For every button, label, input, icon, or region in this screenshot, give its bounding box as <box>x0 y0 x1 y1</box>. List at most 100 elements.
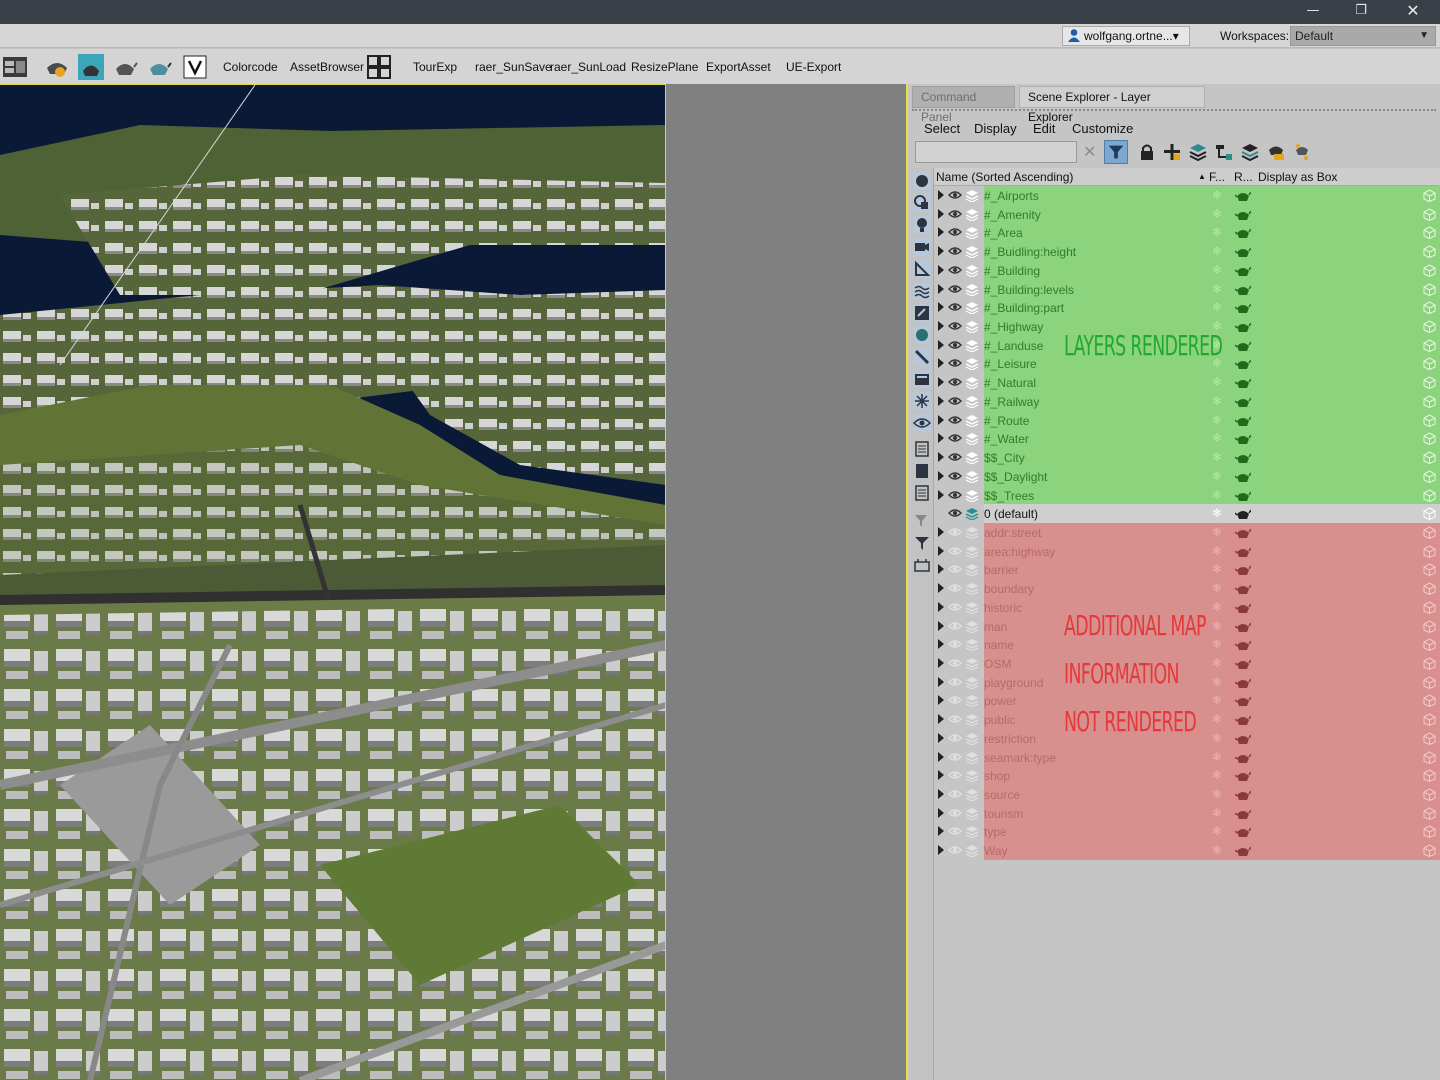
display-as-box-icon[interactable] <box>1423 563 1436 577</box>
display-as-box-icon[interactable] <box>1423 283 1436 296</box>
expand-arrow-icon[interactable] <box>938 564 944 575</box>
layer-row-hidden-17[interactable]: Way ❄ <box>934 841 1440 860</box>
freeze-snowflake-icon[interactable]: ❄ <box>1212 656 1222 670</box>
layer-stack-icon[interactable] <box>965 676 979 690</box>
layer-row-hidden-0[interactable]: addr:street ❄ <box>934 522 1440 542</box>
expand-arrow-icon[interactable] <box>938 470 944 481</box>
display-as-box-icon[interactable] <box>1423 638 1436 652</box>
layer-stack-icon[interactable] <box>965 489 979 503</box>
layer-row-rendered-1[interactable]: #_Amenity ❄ <box>934 204 1440 224</box>
layer-stack-icon[interactable] <box>965 451 979 465</box>
display-as-box-icon[interactable] <box>1423 825 1436 839</box>
layer-stack-icon[interactable] <box>965 769 979 783</box>
layer-name[interactable]: playground <box>984 676 1043 690</box>
layer-name[interactable]: shop <box>984 769 1010 783</box>
layer-stack-icon[interactable] <box>965 320 979 334</box>
lights-filter-icon[interactable] <box>913 216 931 234</box>
layer-stack-icon[interactable] <box>965 414 979 428</box>
visibility-eye-icon[interactable] <box>948 189 962 201</box>
layer-name[interactable]: source <box>984 788 1020 802</box>
containers-filter-icon[interactable] <box>913 370 931 388</box>
lock-icon[interactable] <box>1137 142 1157 162</box>
display-as-box-icon[interactable] <box>1423 582 1436 596</box>
toolbar-colorcode[interactable]: Colorcode <box>223 60 278 74</box>
layer-row-hidden-14[interactable]: source ❄ <box>934 785 1440 804</box>
expand-arrow-icon[interactable] <box>938 321 944 332</box>
toolbar-sunsave[interactable]: raer_SunSave <box>475 60 552 74</box>
freeze-snowflake-icon[interactable]: ❄ <box>1212 469 1222 483</box>
display-children-icon[interactable] <box>913 440 931 458</box>
expand-arrow-icon[interactable] <box>938 657 944 668</box>
layer-name[interactable]: #_Buidling:height <box>984 245 1076 259</box>
expand-arrow-icon[interactable] <box>938 751 944 762</box>
visibility-eye-icon[interactable] <box>948 226 962 238</box>
layer-name[interactable]: #_Railway <box>984 395 1039 409</box>
toolbar-tourexp[interactable]: TourExp <box>413 60 457 74</box>
spacewarps-filter-icon[interactable] <box>913 282 931 300</box>
asset-grid-icon[interactable] <box>366 54 392 80</box>
render-teapot-icon[interactable] <box>1234 320 1252 333</box>
filter-v-icon[interactable] <box>182 54 208 80</box>
display-as-box-icon[interactable] <box>1423 189 1436 203</box>
layer-row-rendered-13[interactable]: #_Water ❄ <box>934 429 1440 449</box>
expand-arrow-icon[interactable] <box>938 452 944 463</box>
toolbar-ue-export[interactable]: UE-Export <box>786 60 841 74</box>
layer-row-hidden-7[interactable]: OSM ❄ <box>934 653 1440 673</box>
visibility-eye-icon[interactable] <box>948 807 962 819</box>
layer-name[interactable]: #_Leisure <box>984 357 1037 371</box>
layer-name[interactable]: $$_Trees <box>984 489 1034 503</box>
freeze-snowflake-icon[interactable]: ❄ <box>1212 619 1222 633</box>
column-display-box-header[interactable]: Display as Box <box>1258 170 1337 184</box>
layer-name[interactable]: #_Building:part <box>984 301 1064 315</box>
display-as-box-icon[interactable] <box>1423 713 1436 727</box>
expand-arrow-icon[interactable] <box>938 246 944 257</box>
render-teapot-icon[interactable] <box>1234 189 1252 202</box>
visibility-eye-icon[interactable] <box>948 376 962 388</box>
render-teapot-icon[interactable] <box>1234 470 1252 483</box>
restore-button[interactable]: ❐ <box>1338 0 1384 24</box>
expand-arrow-icon[interactable] <box>938 620 944 631</box>
layer-row-rendered-12[interactable]: #_Route ❄ <box>934 410 1440 430</box>
visibility-eye-icon[interactable] <box>948 694 962 706</box>
layer-name[interactable]: #_Landuse <box>984 339 1043 353</box>
layer-row-rendered-14[interactable]: $$_City ❄ <box>934 448 1440 467</box>
freeze-snowflake-icon[interactable]: ❄ <box>1212 637 1222 651</box>
visibility-eye-icon[interactable] <box>948 264 962 276</box>
expand-arrow-icon[interactable] <box>938 845 944 856</box>
expand-arrow-icon[interactable] <box>938 377 944 388</box>
display-as-box-icon[interactable] <box>1423 694 1436 708</box>
render-teapot-icon[interactable] <box>1234 283 1252 296</box>
display-as-box-icon[interactable] <box>1423 376 1436 390</box>
layer-row-hidden-16[interactable]: type ❄ <box>934 822 1440 842</box>
toolbar-resizeplane[interactable]: ResizePlane <box>631 60 698 74</box>
expand-arrow-icon[interactable] <box>938 489 944 500</box>
layer-stack-icon[interactable] <box>965 283 979 297</box>
display-as-box-icon[interactable] <box>1423 750 1436 764</box>
render-teapot-icon[interactable] <box>1234 545 1252 558</box>
expand-arrow-icon[interactable] <box>938 358 944 369</box>
layer-row-hidden-15[interactable]: tourism ❄ <box>934 803 1440 823</box>
freeze-snowflake-icon[interactable]: ❄ <box>1212 581 1222 595</box>
layer-row-rendered-15[interactable]: $$_Daylight ❄ <box>934 466 1440 486</box>
visibility-eye-icon[interactable] <box>948 601 962 613</box>
layer-name[interactable]: seamark:type <box>984 751 1056 765</box>
visibility-eye-icon[interactable] <box>948 451 962 463</box>
render-teapot-icon[interactable] <box>1234 339 1252 352</box>
layer-name[interactable]: man <box>984 620 1007 634</box>
layer-name[interactable]: OSM <box>984 657 1011 671</box>
layer-stack-icon[interactable] <box>965 844 979 858</box>
display-as-box-icon[interactable] <box>1423 470 1436 483</box>
layer-row-rendered-16[interactable]: $$_Trees ❄ <box>934 485 1440 505</box>
visibility-eye-icon[interactable] <box>948 582 962 594</box>
layer-name[interactable]: #_Natural <box>984 376 1036 390</box>
render-teapot-icon[interactable] <box>1234 208 1252 221</box>
expand-arrow-icon[interactable] <box>938 208 944 219</box>
column-render-header[interactable]: R... <box>1234 170 1253 184</box>
layer-row-default[interactable]: 0 (default) ❄ <box>934 504 1440 523</box>
layer-name[interactable]: #_Area <box>984 226 1023 240</box>
layer-name[interactable]: public <box>984 713 1015 727</box>
display-as-box-icon[interactable] <box>1423 676 1436 689</box>
layer-row-hidden-13[interactable]: shop ❄ <box>934 766 1440 785</box>
freeze-snowflake-icon[interactable]: ❄ <box>1212 824 1222 838</box>
visibility-eye-icon[interactable] <box>948 414 962 426</box>
